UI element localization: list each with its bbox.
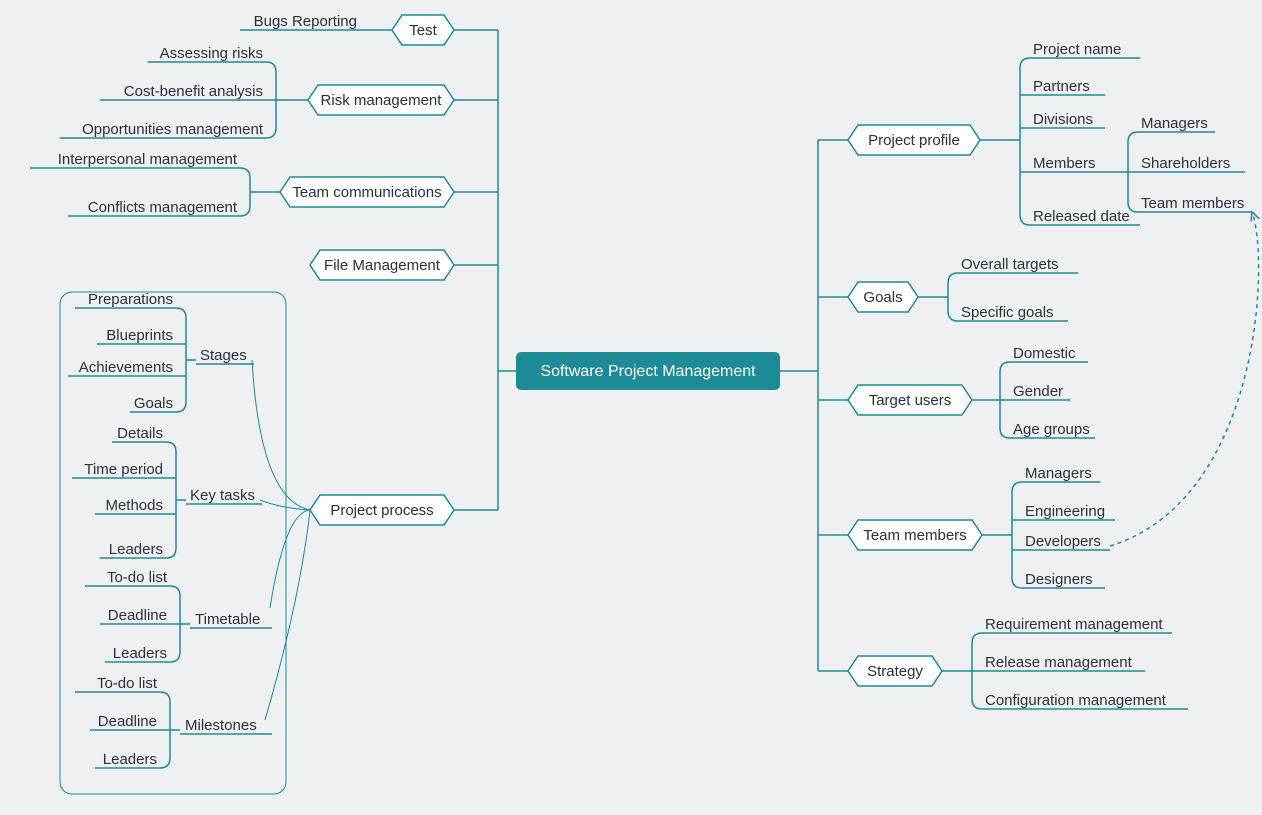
svg-text:Leaders: Leaders bbox=[113, 645, 167, 662]
svg-text:Release management: Release management bbox=[985, 654, 1133, 671]
svg-text:File Management: File Management bbox=[324, 257, 441, 274]
svg-text:Divisions: Divisions bbox=[1033, 111, 1093, 128]
leaf-developers: Developers bbox=[1025, 533, 1101, 550]
svg-text:Interpersonal management: Interpersonal management bbox=[58, 151, 238, 168]
svg-text:Leaders: Leaders bbox=[103, 751, 157, 768]
svg-text:Configuration management: Configuration management bbox=[985, 692, 1167, 709]
svg-text:Engineering: Engineering bbox=[1025, 503, 1105, 520]
leaf-team-members-pp: Team members bbox=[1141, 195, 1244, 212]
svg-text:Leaders: Leaders bbox=[109, 541, 163, 558]
svg-text:Managers: Managers bbox=[1025, 465, 1092, 482]
svg-text:Overall targets: Overall targets bbox=[961, 256, 1059, 273]
svg-text:Preparations: Preparations bbox=[88, 291, 173, 308]
svg-text:Strategy: Strategy bbox=[867, 663, 923, 680]
svg-text:Stages: Stages bbox=[200, 347, 247, 364]
svg-text:Cost-benefit analysis: Cost-benefit analysis bbox=[124, 83, 263, 100]
svg-text:Blueprints: Blueprints bbox=[106, 327, 173, 344]
svg-text:Age groups: Age groups bbox=[1013, 421, 1090, 438]
svg-text:Designers: Designers bbox=[1025, 571, 1093, 588]
svg-text:To-do list: To-do list bbox=[97, 675, 158, 692]
svg-text:Goals: Goals bbox=[134, 395, 173, 412]
svg-text:Achievements: Achievements bbox=[79, 359, 173, 376]
svg-text:Deadline: Deadline bbox=[98, 713, 157, 730]
svg-text:Project name: Project name bbox=[1033, 41, 1121, 58]
svg-text:Test: Test bbox=[409, 22, 437, 39]
svg-text:Timetable: Timetable bbox=[195, 611, 260, 628]
leaf-members: Members bbox=[1033, 155, 1096, 172]
svg-text:Conflicts management: Conflicts management bbox=[88, 199, 238, 216]
svg-text:Team members: Team members bbox=[863, 527, 966, 544]
svg-text:Time period: Time period bbox=[84, 461, 163, 478]
svg-text:To-do list: To-do list bbox=[107, 569, 168, 586]
svg-text:Project profile: Project profile bbox=[868, 132, 960, 149]
svg-text:Goals: Goals bbox=[863, 289, 902, 306]
svg-text:Requirement management: Requirement management bbox=[985, 616, 1163, 633]
svg-text:Milestones: Milestones bbox=[185, 717, 257, 734]
svg-text:Project process: Project process bbox=[330, 502, 433, 519]
central-label: Software Project Management bbox=[540, 363, 756, 380]
relation-developers-teammembers bbox=[1110, 212, 1259, 546]
svg-text:Key tasks: Key tasks bbox=[190, 487, 255, 504]
svg-text:Released date: Released date bbox=[1033, 208, 1130, 225]
svg-text:Gender: Gender bbox=[1013, 383, 1063, 400]
svg-text:Bugs Reporting: Bugs Reporting bbox=[254, 13, 357, 30]
svg-text:Shareholders: Shareholders bbox=[1141, 155, 1230, 172]
svg-text:Risk management: Risk management bbox=[321, 92, 443, 109]
svg-text:Details: Details bbox=[117, 425, 163, 442]
svg-text:Deadline: Deadline bbox=[108, 607, 167, 624]
svg-text:Assessing risks: Assessing risks bbox=[160, 45, 263, 62]
svg-text:Specific goals: Specific goals bbox=[961, 304, 1054, 321]
svg-text:Domestic: Domestic bbox=[1013, 345, 1076, 362]
mindmap-canvas: Software Project Management Project prof… bbox=[0, 0, 1262, 815]
svg-text:Team communications: Team communications bbox=[292, 184, 441, 201]
svg-text:Target users: Target users bbox=[869, 392, 952, 409]
svg-text:Managers: Managers bbox=[1141, 115, 1208, 132]
svg-text:Opportunities management: Opportunities management bbox=[82, 121, 264, 138]
svg-text:Partners: Partners bbox=[1033, 78, 1090, 95]
svg-text:Methods: Methods bbox=[105, 497, 163, 514]
